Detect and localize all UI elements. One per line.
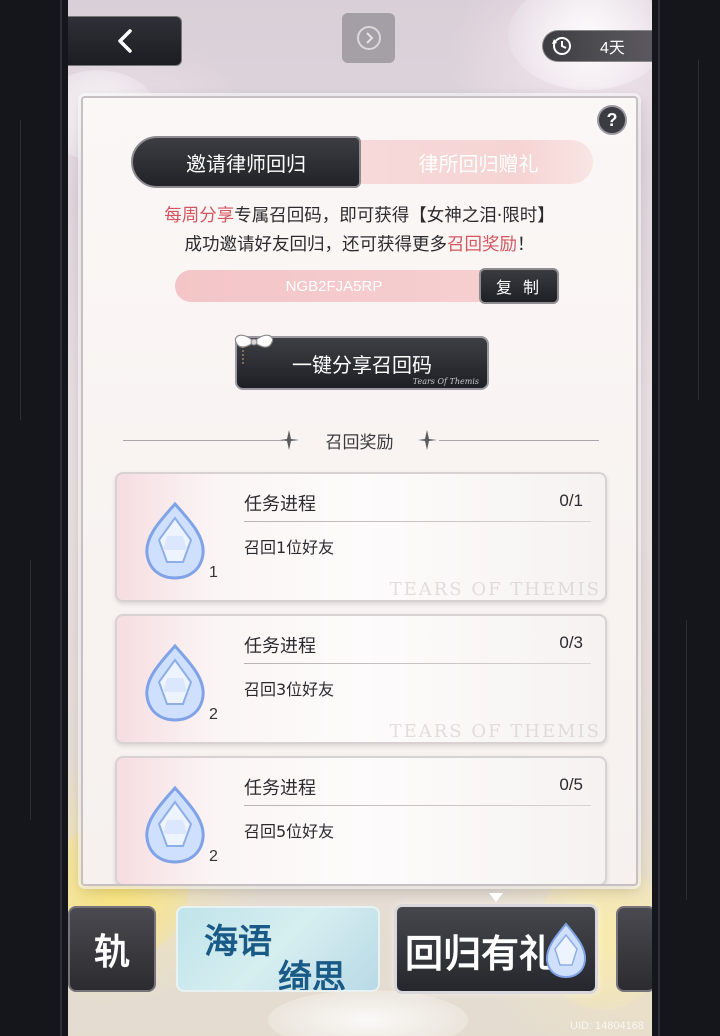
- remaining-time-badge: 4天: [542, 30, 652, 62]
- ribbon-bow-icon: [234, 334, 274, 366]
- task-title: 任务进程: [244, 778, 316, 799]
- back-button[interactable]: [68, 16, 182, 66]
- reward-count: 2: [209, 848, 218, 865]
- description-line-1: 每周分享专属召回码，即可获得【女神之泪·限时】: [83, 202, 636, 231]
- reward-count: 2: [209, 706, 218, 723]
- left-frame: [0, 0, 68, 1036]
- tear-gem-icon: [545, 922, 587, 979]
- user-id: UID: 14804168: [570, 1020, 644, 1032]
- recall-reward-highlight: 召回奖励: [447, 235, 517, 255]
- clock-icon: [552, 37, 571, 55]
- chevron-right-icon: [356, 26, 381, 50]
- tear-gem-icon: [145, 785, 205, 864]
- event-stage: 4天 ? 律所回归赠礼 邀请律师回归 每周分享专属召回码，即可获得【女神之泪·限…: [68, 0, 652, 1036]
- event-tab-track[interactable]: 轨: [68, 906, 156, 992]
- description-text: ！: [517, 235, 535, 255]
- share-code-button[interactable]: 一键分享召回码 Tears Of Themis: [234, 334, 489, 390]
- description-line-2: 成功邀请好友回归，还可获得更多召回奖励！: [83, 231, 636, 260]
- task-description: 召回1位好友: [244, 538, 335, 557]
- event-tab-label: 轨: [93, 931, 130, 973]
- task-card: 2 任务进程 0/5 召回5位好友: [115, 756, 607, 884]
- share-button-script: Tears Of Themis: [412, 377, 479, 386]
- frame-line: [30, 560, 31, 820]
- divider: [439, 440, 599, 441]
- tab-invite-lawyer[interactable]: 邀请律师回归: [131, 136, 361, 188]
- invite-code-row: NGB2FJA5RP 复 制: [175, 268, 559, 304]
- reward-count: 1: [209, 564, 218, 581]
- rewards-section-header: 召回奖励: [83, 428, 636, 454]
- share-code-label: 一键分享召回码: [292, 352, 432, 377]
- task-title: 任务进程: [244, 494, 316, 515]
- event-tab-label: 海语: [204, 922, 272, 962]
- sparkle-icon: [418, 430, 437, 450]
- recall-panel: ? 律所回归赠礼 邀请律师回归 每周分享专属召回码，即可获得【女神之泪·限时】 …: [81, 96, 638, 886]
- description-text: 成功邀请好友回归，还可获得更多: [184, 235, 448, 255]
- flower-decoration: [268, 990, 468, 1036]
- tab-return-gift[interactable]: 律所回归赠礼: [346, 140, 593, 184]
- frame-line: [698, 60, 699, 400]
- task-progress: 0/3: [559, 633, 583, 652]
- task-divider: [244, 521, 591, 522]
- description-text: 专属召回码，即可获得【女神之泪·限时】: [234, 206, 555, 226]
- watermark: TEARS OF THEMIS: [389, 579, 601, 600]
- remaining-days: 4天: [600, 40, 625, 57]
- right-frame: [652, 0, 720, 1036]
- tear-gem-icon: [145, 501, 205, 580]
- task-description: 召回3位好友: [244, 680, 335, 699]
- description: 每周分享专属召回码，即可获得【女神之泪·限时】 成功邀请好友回归，还可获得更多召…: [83, 202, 636, 260]
- event-tab-next[interactable]: [616, 906, 652, 992]
- tear-gem-icon: [145, 643, 205, 722]
- event-tab-label: 回归有礼: [405, 931, 558, 976]
- copy-button[interactable]: 复 制: [479, 268, 559, 304]
- help-button[interactable]: ?: [597, 105, 627, 135]
- task-card: 2 任务进程 0/3 召回3位好友 TEARS OF THEMIS: [115, 614, 607, 744]
- task-progress: 0/1: [559, 491, 583, 510]
- task-description: 召回5位好友: [244, 822, 335, 841]
- invite-code-field[interactable]: NGB2FJA5RP: [175, 270, 493, 302]
- task-divider: [244, 663, 591, 664]
- weekly-share-highlight: 每周分享: [164, 206, 235, 226]
- task-divider: [244, 805, 591, 806]
- watermark: TEARS OF THEMIS: [389, 721, 601, 742]
- frame-line: [20, 120, 21, 420]
- task-title: 任务进程: [244, 636, 316, 657]
- event-tab-label: 绮思: [278, 958, 346, 992]
- chevron-left-icon: [117, 29, 132, 53]
- next-page-button[interactable]: [342, 13, 395, 63]
- event-tab-sea-whisper[interactable]: 海语 绮思: [176, 906, 380, 992]
- task-progress: 0/5: [559, 775, 583, 794]
- frame-line: [686, 620, 687, 900]
- tab-bar: 律所回归赠礼 邀请律师回归: [131, 136, 593, 188]
- event-tab-return-gift[interactable]: 回归有礼: [394, 904, 598, 994]
- task-card: 1 任务进程 0/1 召回1位好友 TEARS OF THEMIS: [115, 472, 607, 602]
- selected-indicator-icon: [489, 893, 503, 902]
